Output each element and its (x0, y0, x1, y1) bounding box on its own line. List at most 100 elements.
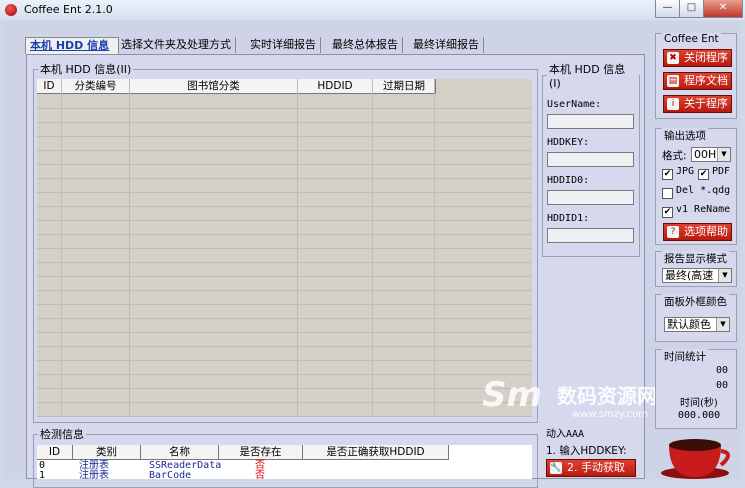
format-value: 00H (694, 148, 717, 161)
watermark-url: www.smzy.com (572, 409, 649, 420)
manual-partial-label: 动入AAA (546, 429, 585, 440)
about-program-button[interactable]: i 关于程序 (663, 95, 732, 113)
hdd-col-id[interactable]: ID (37, 79, 62, 94)
tab-realtime-report[interactable]: 实时详细报告 (246, 37, 321, 53)
coffee-cup-icon (661, 439, 730, 479)
detect-cell-category: 注册表 (79, 470, 109, 480)
time-total-value: 000.000 (678, 410, 721, 421)
program-doc-button[interactable]: ▤ 程序文档 (663, 72, 732, 90)
options-help-button[interactable]: ? 选项帮助 (663, 223, 732, 241)
about-program-label: 关于程序 (684, 97, 728, 110)
exit-icon: ✖ (667, 52, 679, 64)
username-field[interactable] (547, 114, 634, 129)
hdd-col-expiry[interactable]: 过期日期 (373, 79, 436, 94)
grid-row-line (37, 374, 532, 375)
grid-row-line (37, 164, 532, 165)
chevron-down-icon: ▼ (718, 269, 731, 282)
frame-color-group: 面板外框颜色 默认颜色 ▼ (655, 294, 737, 342)
grid-row-line (37, 318, 532, 319)
report-mode-group: 报告显示模式 最终(高速 ▼ (655, 251, 737, 287)
options-help-label: 选项帮助 (684, 225, 728, 238)
help-icon: ? (667, 226, 679, 238)
tab-final-detail[interactable]: 最终详细报告 (409, 37, 484, 53)
hddkey-label: HDDKEY: (547, 137, 590, 148)
close-program-button[interactable]: ✖ 关闭程序 (663, 49, 732, 67)
frame-color-label: 面板外框颜色 (662, 294, 729, 309)
grid-row-line (37, 206, 532, 207)
grid-row-line (37, 220, 532, 221)
grid-row-line (37, 304, 532, 305)
grid-row-line (37, 346, 532, 347)
app-group-label: Coffee Ent (662, 33, 721, 45)
close-program-label: 关闭程序 (684, 51, 728, 64)
grid-row-line (37, 234, 532, 235)
report-mode-select[interactable]: 最终(高速 ▼ (662, 268, 732, 283)
del-qdg-label: Del *.qdg (676, 185, 731, 196)
jpg-label: JPG (676, 166, 695, 177)
chevron-down-icon: ▼ (717, 148, 730, 161)
detect-cell-name: BarCode (149, 470, 192, 480)
hdd-col-category-no[interactable]: 分类编号 (62, 79, 130, 94)
time-value-b: 00 (716, 380, 729, 391)
grid-row-line (37, 262, 532, 263)
detect-col-category[interactable]: 类别 (73, 445, 141, 460)
username-label: UserName: (547, 99, 602, 110)
grid-row-line (37, 248, 532, 249)
pdf-label: PDF (712, 166, 731, 177)
watermark-title: 数码资源网 (557, 384, 657, 408)
grid-row-line (37, 150, 532, 151)
hdd-col-hddid[interactable]: HDDID (298, 79, 373, 94)
hddid0-label: HDDID0: (547, 175, 590, 186)
title-bar[interactable]: Coffee Ent 2.1.0 — □ ✕ (0, 0, 745, 20)
grid-row-line (37, 122, 532, 123)
grid-row-line (37, 192, 532, 193)
detect-col-name[interactable]: 名称 (141, 445, 219, 460)
program-doc-label: 程序文档 (684, 74, 728, 87)
frame-color-select[interactable]: 默认颜色 ▼ (664, 317, 730, 332)
tab-hdd-info[interactable]: 本机 HDD 信息 (25, 37, 119, 54)
time-stats-group: 时间统计 00 00 时间(秒) 000.000 (655, 349, 737, 429)
maximize-button[interactable]: □ (679, 0, 704, 18)
report-mode-value: 最终(高速 (665, 269, 714, 282)
close-window-button[interactable]: ✕ (703, 0, 743, 18)
grid-row-line (37, 332, 532, 333)
format-select[interactable]: 00H ▼ (691, 147, 731, 162)
app-window: Coffee Ent 2.1.0 — □ ✕ 本机 HDD 信息 选择文件夹及处… (0, 0, 745, 488)
frame-color-value: 默认颜色 (667, 318, 711, 331)
format-label: 格式: (662, 150, 687, 162)
rename-checkbox[interactable]: ✔ (662, 207, 673, 218)
detect-col-id[interactable]: ID (37, 445, 73, 460)
grid-row-line (37, 178, 532, 179)
window-title: Coffee Ent 2.1.0 (24, 3, 113, 16)
rename-label: v1 ReName (676, 204, 731, 215)
tab-final-summary[interactable]: 最终总体报告 (328, 37, 403, 53)
detect-grid[interactable]: ID 类别 名称 是否存在 是否正确获取HDDID 0 注册表 SSReaderDa… (37, 445, 532, 479)
minimize-button[interactable]: — (655, 0, 680, 18)
detect-col-hddid-ok[interactable]: 是否正确获取HDDID (303, 445, 449, 460)
tab-folder-method[interactable]: 选择文件夹及处理方式 (117, 37, 236, 53)
time-stats-label: 时间统计 (662, 349, 708, 364)
pdf-checkbox[interactable]: ✔ (698, 169, 709, 180)
hddid0-field[interactable] (547, 190, 634, 205)
hddid1-field[interactable] (547, 228, 634, 243)
report-mode-label: 报告显示模式 (662, 251, 729, 266)
grid-row-line (37, 360, 532, 361)
detect-legend: 检测信息 (40, 428, 84, 441)
tab-panel-hdd: 本机 HDD 信息(II) ID 分类编号 图书馆分类 HDDID 过期日期 本… (26, 54, 657, 488)
detect-cell-id: 1 (39, 470, 46, 480)
detect-col-exists[interactable]: 是否存在 (219, 445, 303, 460)
chevron-down-icon: ▼ (716, 318, 729, 331)
coffee-app-icon (5, 4, 17, 16)
detect-cell-exists: 否 (255, 470, 265, 480)
del-qdg-checkbox[interactable] (662, 188, 673, 199)
jpg-checkbox[interactable]: ✔ (662, 169, 673, 180)
time-value-a: 00 (716, 365, 729, 376)
hdd-col-library-category[interactable]: 图书馆分类 (130, 79, 298, 94)
grid-row-line (37, 136, 532, 137)
grid-row-line (37, 276, 532, 277)
hdd-grid[interactable]: ID 分类编号 图书馆分类 HDDID 过期日期 (37, 79, 532, 417)
watermark-logo: Sm 数码资源网 www.smzy.com (482, 375, 657, 420)
manual-fetch-button[interactable]: 🔧 2. 手动获取 (546, 459, 636, 477)
time-seconds-label: 时间(秒) (680, 398, 718, 409)
hddkey-field[interactable] (547, 152, 634, 167)
